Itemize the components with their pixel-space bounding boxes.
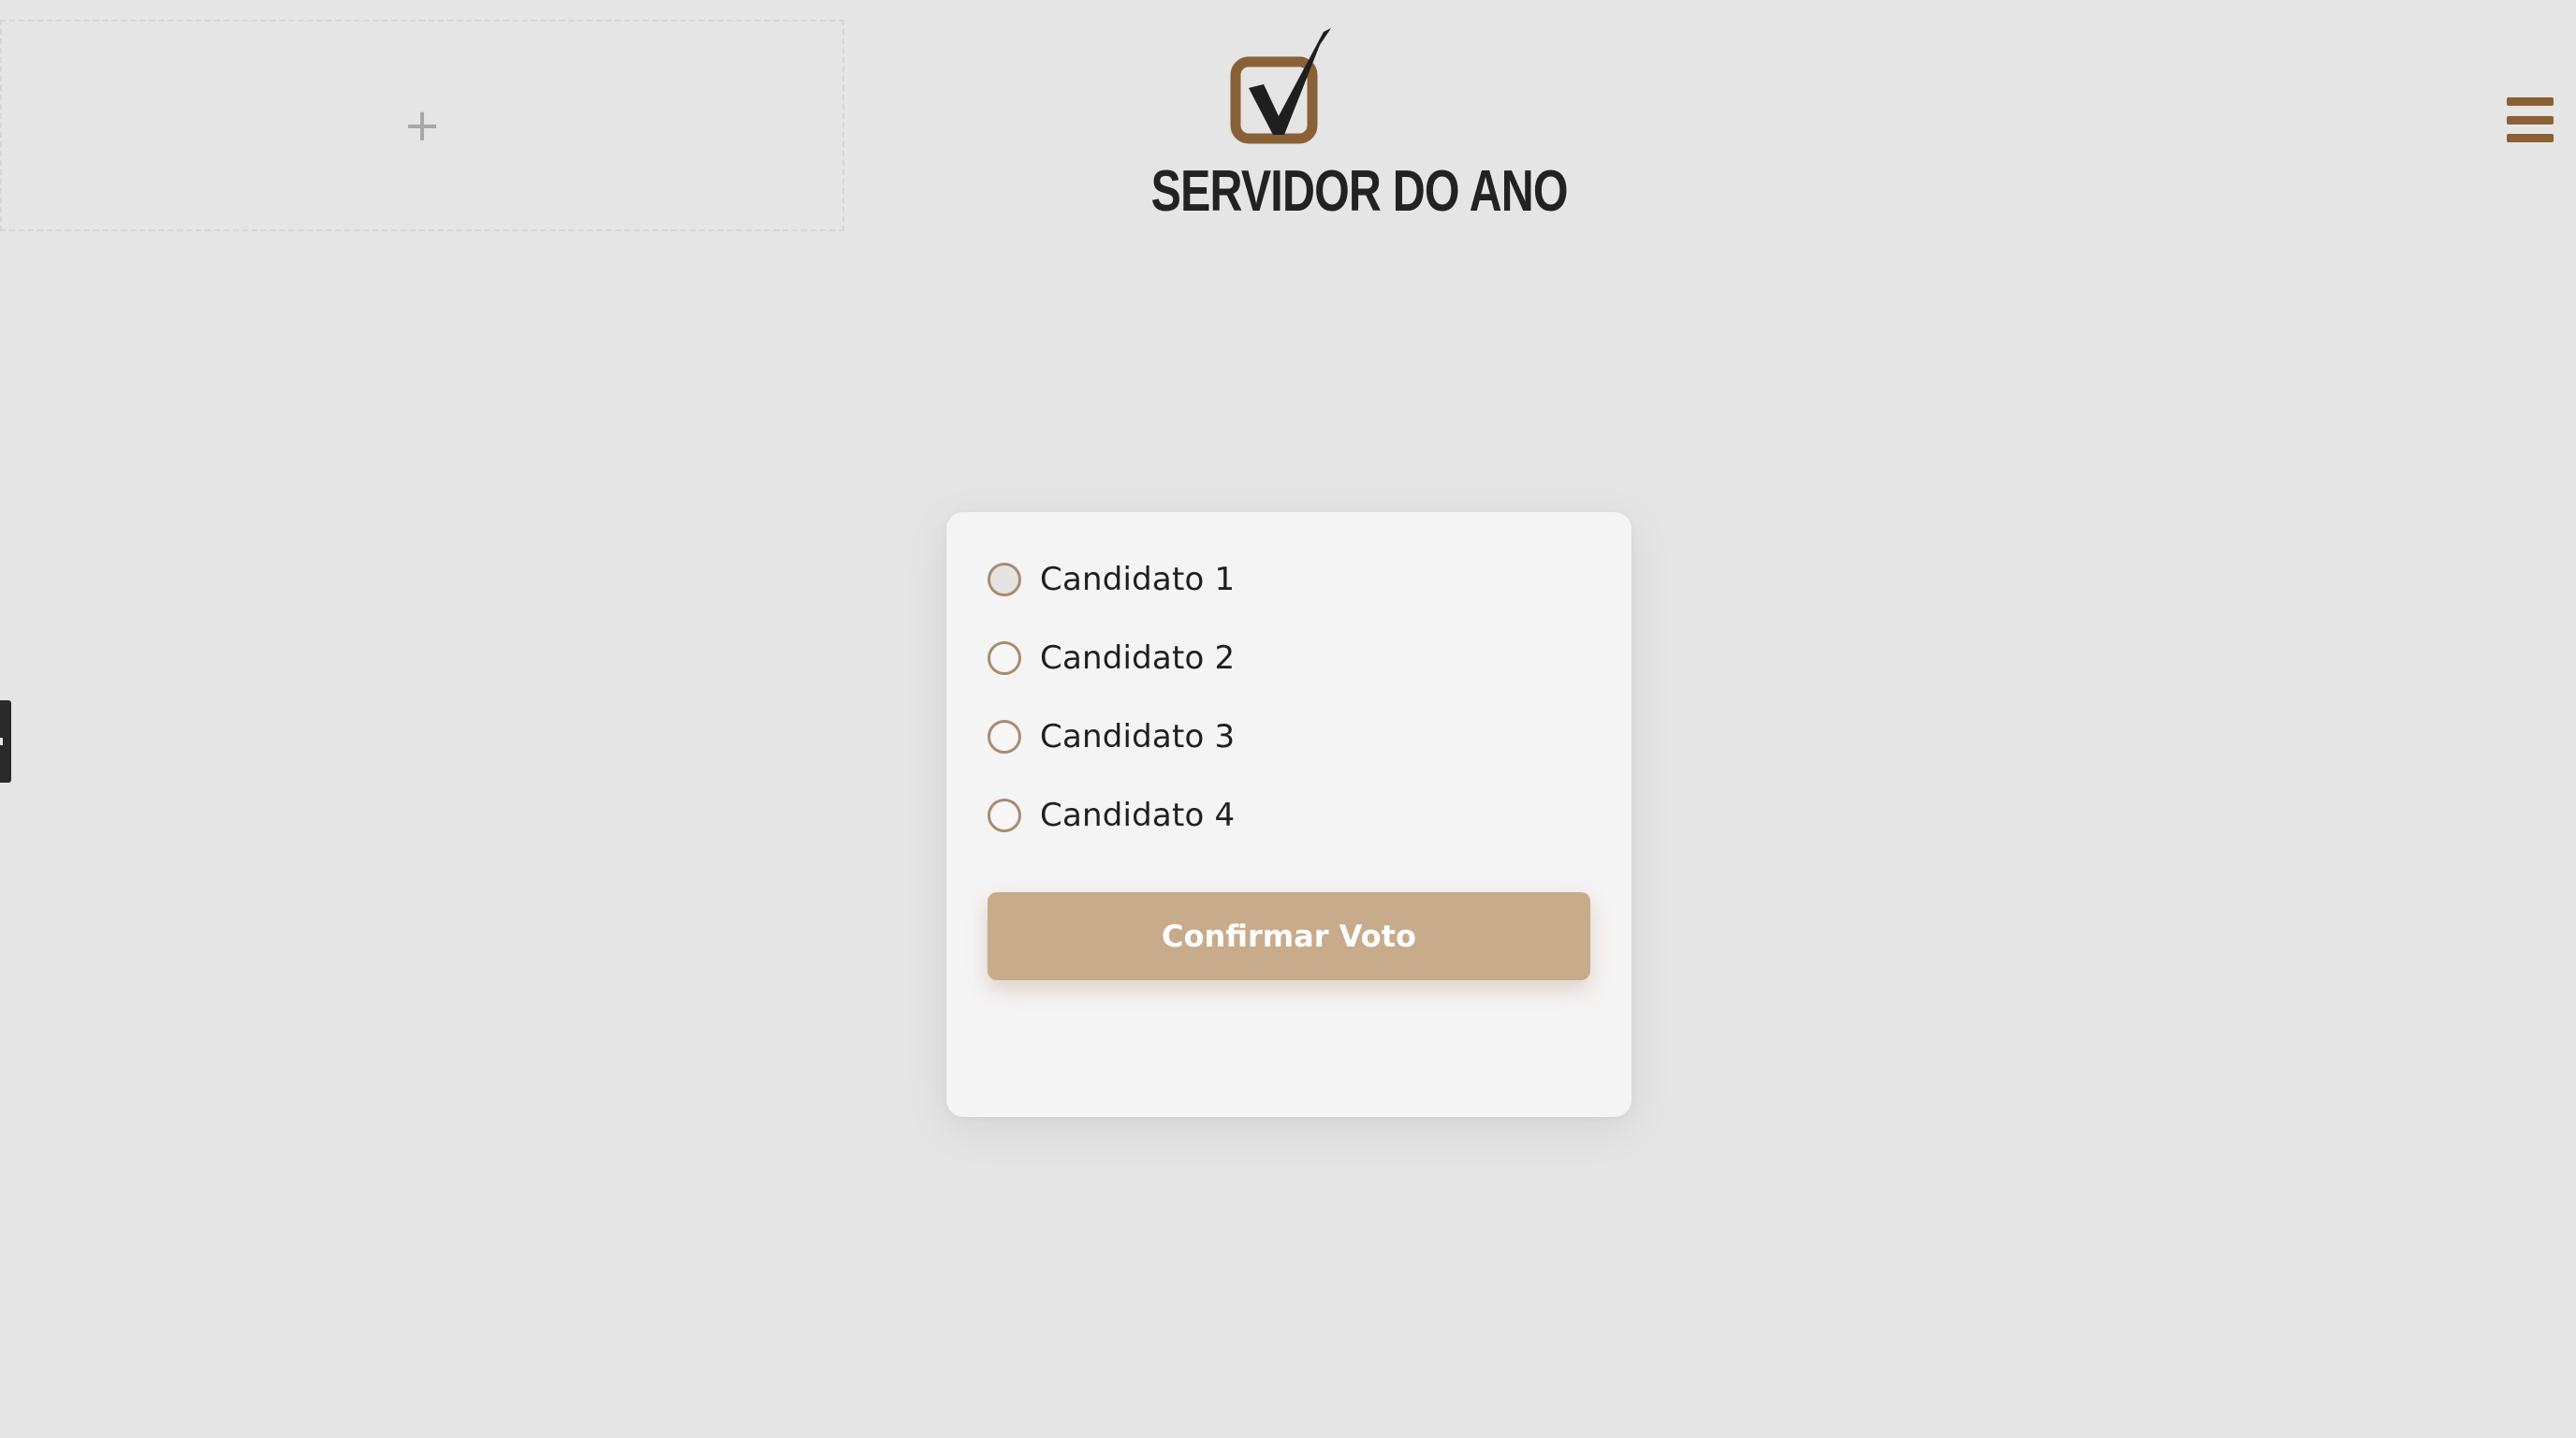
radio-button[interactable] — [988, 563, 1021, 596]
radio-button[interactable] — [988, 799, 1021, 832]
confirm-vote-button[interactable]: Confirmar Voto — [988, 892, 1590, 980]
candidate-option-2[interactable]: Candidato 2 — [988, 638, 1590, 679]
menu-bar — [2507, 134, 2554, 142]
radio-button[interactable] — [988, 641, 1021, 675]
candidate-label: Candidato 4 — [1040, 797, 1236, 834]
menu-bar — [2507, 115, 2554, 125]
candidate-label: Candidato 3 — [1040, 718, 1236, 756]
candidate-label: Candidato 1 — [1040, 561, 1236, 598]
radio-button[interactable] — [988, 720, 1021, 754]
checkbox-check-icon — [1230, 28, 1331, 144]
brand: SERVIDOR DO ANO — [1114, 24, 1569, 224]
add-widget-slot[interactable]: + — [0, 20, 844, 231]
candidate-option-3[interactable]: Candidato 3 — [988, 716, 1590, 757]
menu-bar — [2507, 97, 2554, 106]
side-panel-toggle[interactable] — [0, 700, 11, 783]
candidate-option-1[interactable]: Candidato 1 — [988, 559, 1590, 600]
candidate-option-4[interactable]: Candidato 4 — [988, 795, 1590, 836]
page: + SERVIDOR DO ANO Candidato 1 Candidato … — [0, 0, 2576, 1438]
vote-card: Candidato 1 Candidato 2 Candidato 3 Cand… — [946, 512, 1632, 1117]
candidate-label: Candidato 2 — [1040, 639, 1236, 677]
plus-icon: + — [402, 99, 442, 152]
brand-title: SERVIDOR DO ANO — [1150, 159, 1569, 224]
hamburger-menu-icon[interactable] — [2507, 97, 2554, 142]
